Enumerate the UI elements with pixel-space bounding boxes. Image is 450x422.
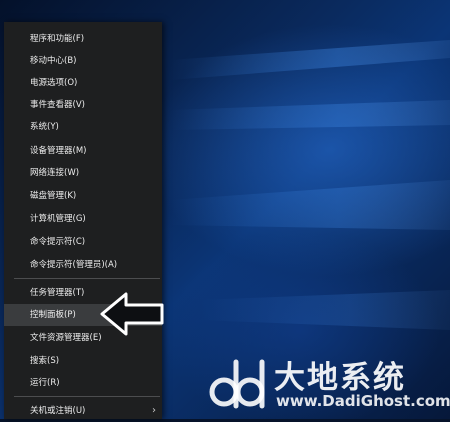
menu-item-programs-features[interactable]: 程序和功能(F) xyxy=(4,28,162,50)
menu-item-device-manager[interactable]: 设备管理器(M) xyxy=(4,140,162,162)
menu-item-network-connections[interactable]: 网络连接(W) xyxy=(4,162,162,184)
menu-item-run[interactable]: 运行(R) xyxy=(4,372,162,394)
menu-item-search[interactable]: 搜索(S) xyxy=(4,350,162,372)
menu-item-command-prompt-admin[interactable]: 命令提示符(管理员)(A) xyxy=(4,254,162,276)
menu-separator xyxy=(14,396,160,397)
menu-item-computer-management[interactable]: 计算机管理(G) xyxy=(4,208,162,230)
menu-item-mobility-center[interactable]: 移动中心(B) xyxy=(4,50,162,72)
menu-item-command-prompt[interactable]: 命令提示符(C) xyxy=(4,231,162,253)
watermark-url: www.DadiGhost.com xyxy=(276,392,450,410)
left-arrow-pointer-icon xyxy=(100,292,164,336)
menu-item-disk-management[interactable]: 磁盘管理(K) xyxy=(4,185,162,207)
menu-separator xyxy=(14,278,160,279)
dd-logo-icon xyxy=(209,359,265,409)
menu-item-system[interactable]: 系统(Y) xyxy=(4,116,162,138)
menu-item-event-viewer[interactable]: 事件查看器(V) xyxy=(4,94,162,116)
menu-item-power-options[interactable]: 电源选项(O) xyxy=(4,72,162,94)
watermark: 大地系统 www.DadiGhost.com xyxy=(208,352,450,414)
menu-item-label: 关机或注销(U) xyxy=(30,406,86,416)
watermark-title: 大地系统 xyxy=(274,360,406,396)
winx-context-menu: 程序和功能(F) 移动中心(B) 电源选项(O) 事件查看器(V) 系统(Y) … xyxy=(4,22,162,419)
